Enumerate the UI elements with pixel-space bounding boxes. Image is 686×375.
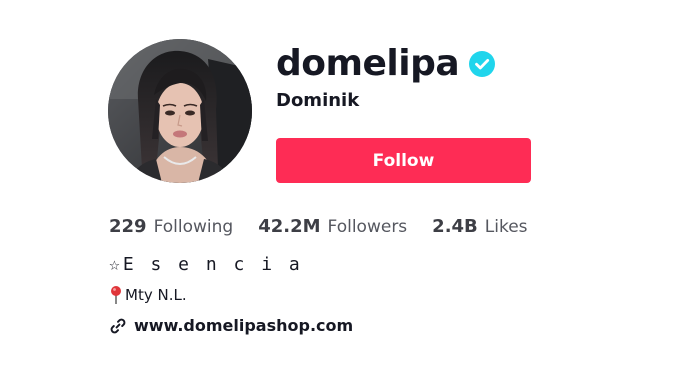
followers-label: Followers (327, 217, 408, 237)
stat-following[interactable]: 229 Following (109, 216, 233, 237)
follow-button[interactable]: Follow (276, 138, 531, 183)
likes-label: Likes (484, 217, 528, 237)
following-label: Following (153, 217, 234, 237)
following-count: 229 (109, 216, 147, 237)
profile-link-text[interactable]: www.domelipashop.com (134, 316, 353, 335)
likes-count: 2.4B (432, 216, 478, 237)
followers-count: 42.2M (258, 216, 321, 237)
username: domelipa (276, 43, 460, 84)
bio-text: ☆E s e n c i a (109, 254, 303, 275)
stat-followers[interactable]: 42.2M Followers (258, 216, 407, 237)
avatar-image (108, 39, 252, 183)
round-pushpin-icon (109, 285, 123, 305)
profile-link[interactable]: www.domelipashop.com (109, 316, 353, 335)
link-chain-icon (109, 317, 127, 335)
username-row: domelipa (276, 40, 496, 88)
profile-stats: 229 Following 42.2M Followers 2.4B Likes (109, 216, 553, 237)
verified-check-icon (469, 51, 496, 77)
stat-likes: 2.4B Likes (432, 216, 527, 237)
avatar[interactable] (108, 39, 252, 183)
display-name: Dominik (276, 90, 360, 111)
location-text: Mty N.L. (125, 286, 187, 304)
bio-location: Mty N.L. (109, 285, 187, 305)
